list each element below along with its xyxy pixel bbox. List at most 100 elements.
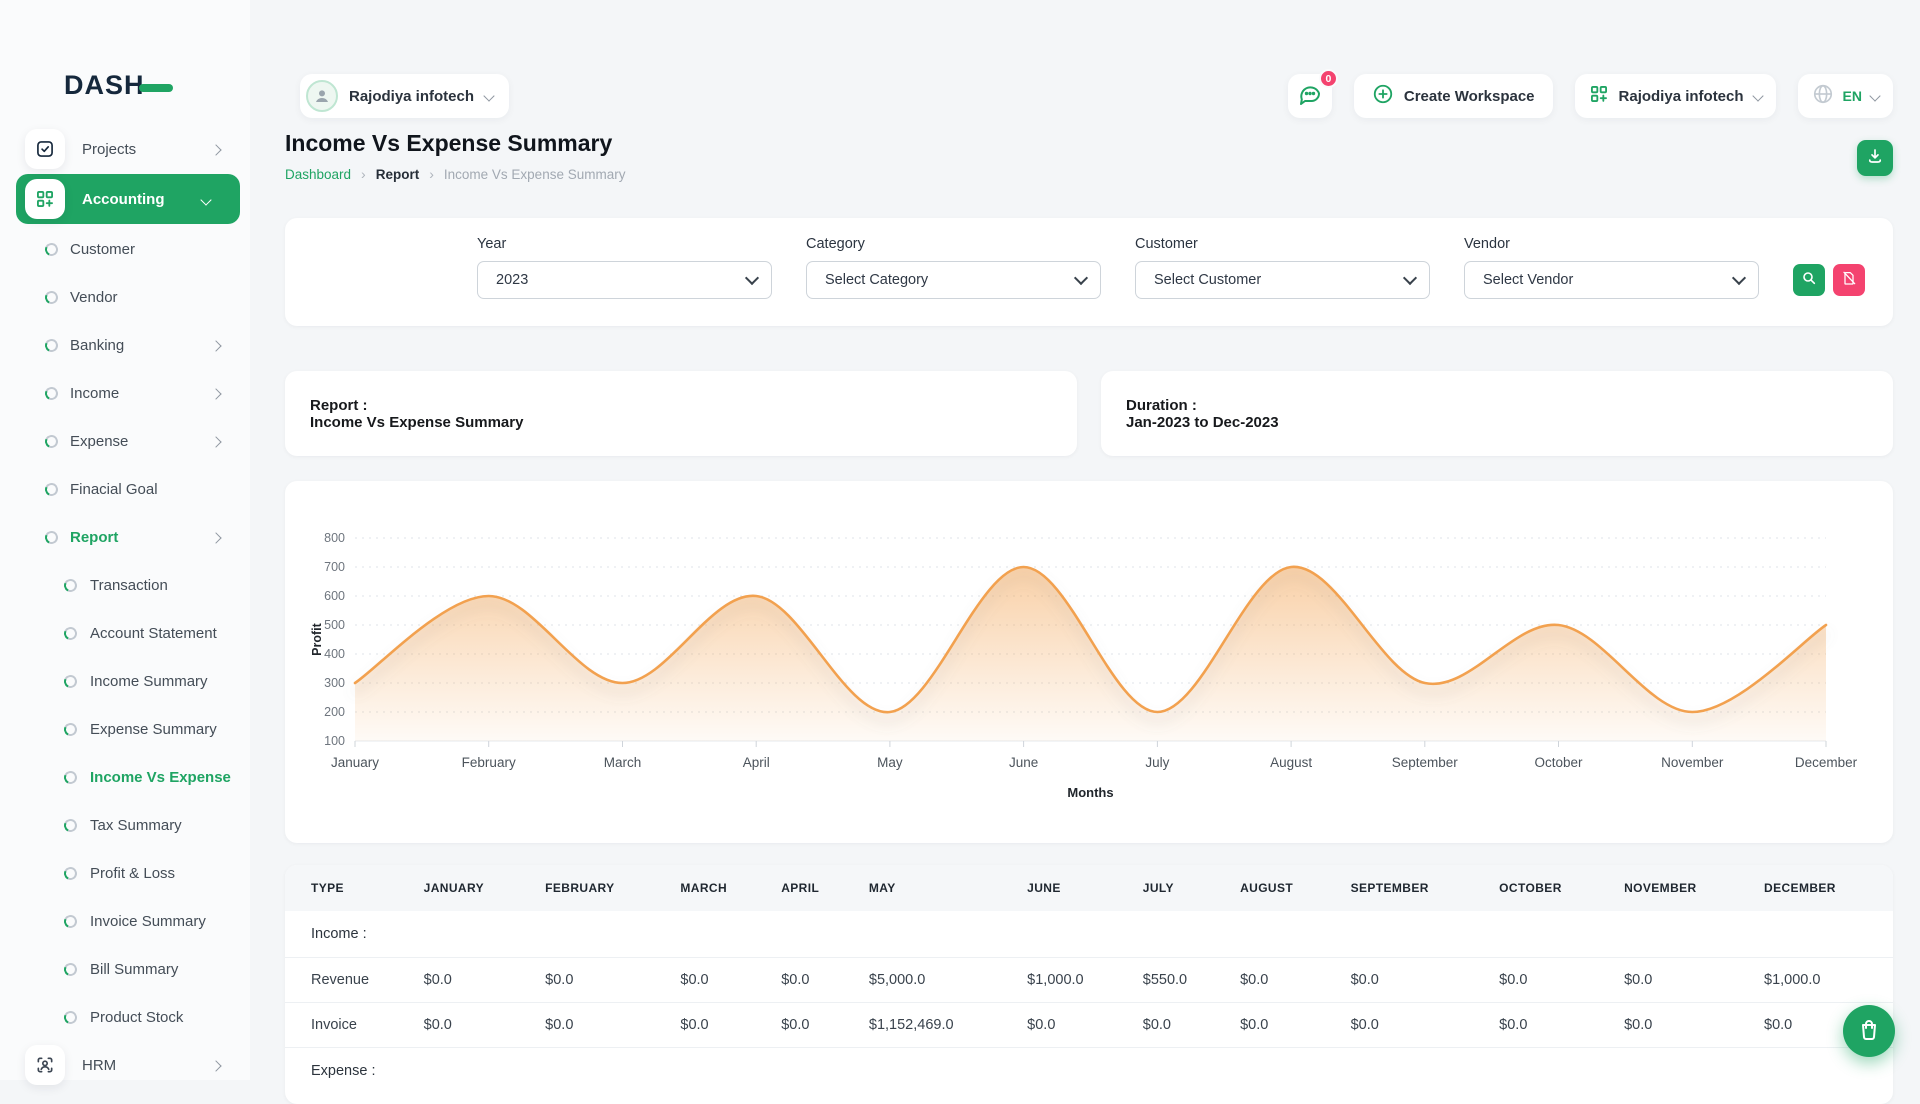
search-icon [1801, 270, 1817, 291]
profit-area-chart: 100200300400500600700800JanuaryFebruaryM… [309, 507, 1869, 824]
svg-text:400: 400 [324, 647, 345, 661]
sidebar-item-income-vs-expense[interactable]: Income Vs Expense [0, 753, 250, 801]
duration-label: Duration : [1126, 397, 1893, 414]
breadcrumb-dashboard[interactable]: Dashboard [285, 167, 351, 182]
sidebar-item-label: Projects [82, 141, 212, 158]
bullet-icon [62, 817, 79, 834]
sidebar-item-finacial-goal[interactable]: Finacial Goal [0, 465, 250, 513]
bullet-icon [62, 865, 79, 882]
vendor-select-value: Select Vendor [1483, 272, 1573, 288]
bullet-icon [43, 241, 60, 258]
sidebar-item-expense-summary[interactable]: Expense Summary [0, 705, 250, 753]
vendor-select[interactable]: Select Vendor [1464, 261, 1759, 299]
column-header-october: OCTOBER [1489, 865, 1614, 911]
table-header: TYPEJANUARYFEBRUARYMARCHAPRILMAYJUNEJULY… [285, 865, 1893, 911]
globe-icon [1812, 83, 1834, 110]
column-header-march: MARCH [670, 865, 771, 911]
reset-filter-button[interactable] [1833, 264, 1865, 296]
sidebar-item-tax-summary[interactable]: Tax Summary [0, 801, 250, 849]
sidebar-item-hrm[interactable]: HRM [0, 1041, 250, 1089]
chevron-down-icon [483, 90, 494, 101]
chevron-right-icon [210, 340, 221, 351]
svg-text:Months: Months [1067, 785, 1113, 800]
summary-cards: Report : Income Vs Expense Summary Durat… [285, 371, 1893, 456]
amount-cell: $0.0 [535, 1003, 670, 1048]
sidebar-item-label: HRM [82, 1057, 212, 1074]
sidebar-item-label: Account Statement [90, 625, 250, 642]
amount-cell: $0.0 [1489, 1003, 1614, 1048]
page-header: Income Vs Expense Summary Dashboard › Re… [285, 130, 1893, 182]
sidebar-item-report[interactable]: Report [0, 513, 250, 561]
chevron-down-icon [745, 271, 759, 285]
svg-text:100: 100 [324, 734, 345, 748]
chevron-right-icon [210, 388, 221, 399]
filters-card: Year 2023 Category Select Category Custo… [285, 218, 1893, 326]
section-label: Income : [285, 911, 1893, 958]
clear-filter-icon [1841, 270, 1857, 291]
sidebar-item-invoice-summary[interactable]: Invoice Summary [0, 897, 250, 945]
chevron-right-icon: › [429, 166, 434, 182]
breadcrumb-report[interactable]: Report [376, 167, 420, 182]
category-select-value: Select Category [825, 272, 928, 288]
sidebar-item-label: Customer [70, 241, 250, 258]
plus-circle-icon [1372, 83, 1394, 110]
create-workspace-button[interactable]: Create Workspace [1354, 74, 1553, 118]
sidebar-item-income-summary[interactable]: Income Summary [0, 657, 250, 705]
amount-cell: $0.0 [414, 1003, 536, 1048]
amount-cell: $0.0 [1230, 1003, 1341, 1048]
table-row-revenue: Revenue$0.0$0.0$0.0$0.0$5,000.0$1,000.0$… [285, 958, 1893, 1003]
sidebar-item-profit-loss[interactable]: Profit & Loss [0, 849, 250, 897]
sidebar-item-transaction[interactable]: Transaction [0, 561, 250, 609]
download-button[interactable] [1857, 140, 1893, 176]
year-select[interactable]: 2023 [477, 261, 772, 299]
svg-text:800: 800 [324, 531, 345, 545]
svg-text:August: August [1270, 755, 1312, 770]
workspace-switcher[interactable]: Rajodiya infotech [300, 74, 509, 118]
main-area: Rajodiya infotech 0 Create Workspace [250, 0, 1920, 1104]
sidebar-item-account-statement[interactable]: Account Statement [0, 609, 250, 657]
sidebar-item-product-stock[interactable]: Product Stock [0, 993, 250, 1041]
app-logo[interactable]: DASH [64, 70, 250, 101]
amount-cell: $0.0 [1017, 1003, 1133, 1048]
sidebar-item-income[interactable]: Income [0, 369, 250, 417]
amount-cell: $0.0 [1489, 958, 1614, 1003]
sidebar-item-projects[interactable]: Projects [0, 125, 250, 173]
topbar: Rajodiya infotech 0 Create Workspace [285, 74, 1893, 118]
income-expense-table-card: TYPEJANUARYFEBRUARYMARCHAPRILMAYJUNEJULY… [285, 865, 1893, 1104]
svg-text:November: November [1661, 755, 1724, 770]
language-menu[interactable]: EN [1798, 74, 1893, 118]
messages-button[interactable]: 0 [1288, 74, 1332, 118]
floating-shop-button[interactable] [1843, 1005, 1895, 1057]
sidebar-item-banking[interactable]: Banking [0, 321, 250, 369]
sidebar-item-vendor[interactable]: Vendor [0, 273, 250, 321]
sidebar: DASH Projects Accounting Customer VendorBan… [0, 0, 250, 1080]
customer-select[interactable]: Select Customer [1135, 261, 1430, 299]
user-scan-icon [25, 1045, 65, 1085]
chevron-down-icon [1403, 271, 1417, 285]
amount-cell: $0.0 [1230, 958, 1341, 1003]
sidebar-item-customer[interactable]: Customer [0, 225, 250, 273]
category-select[interactable]: Select Category [806, 261, 1101, 299]
chevron-right-icon [210, 1060, 221, 1071]
bullet-icon [43, 529, 60, 546]
column-header-september: SEPTEMBER [1341, 865, 1490, 911]
table-section-expense: Expense : [285, 1048, 1893, 1095]
column-header-type: TYPE [285, 865, 414, 911]
company-menu[interactable]: Rajodiya infotech [1575, 74, 1776, 118]
sidebar-item-accounting[interactable]: Accounting [16, 174, 240, 224]
column-header-april: APRIL [771, 865, 859, 911]
sidebar-item-label: Income Summary [90, 673, 250, 690]
column-header-august: AUGUST [1230, 865, 1341, 911]
page-title: Income Vs Expense Summary [285, 130, 625, 157]
sidebar-item-label: Bill Summary [90, 961, 250, 978]
company-name: Rajodiya infotech [1619, 88, 1744, 105]
workspace-name: Rajodiya infotech [349, 88, 474, 105]
svg-text:600: 600 [324, 589, 345, 603]
chevron-right-icon [210, 436, 221, 447]
apply-filter-button[interactable] [1793, 264, 1825, 296]
svg-text:October: October [1534, 755, 1583, 770]
sidebar-item-bill-summary[interactable]: Bill Summary [0, 945, 250, 993]
bullet-icon [43, 385, 60, 402]
customer-label: Customer [1135, 236, 1430, 252]
sidebar-item-expense[interactable]: Expense [0, 417, 250, 465]
